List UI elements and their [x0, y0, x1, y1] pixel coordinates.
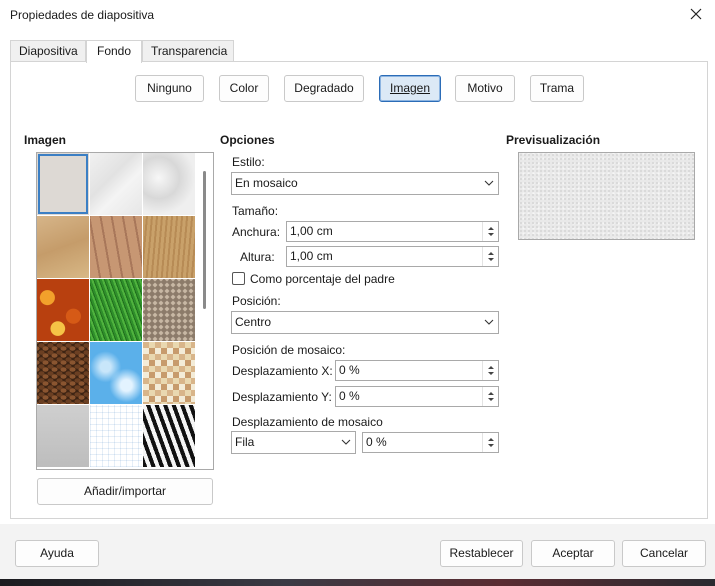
add-import-button[interactable]: Añadir/importar: [37, 478, 213, 505]
close-icon: [690, 8, 702, 20]
thumb-concrete[interactable]: [37, 405, 89, 467]
chevron-down-icon: [480, 173, 498, 194]
title-bar: Propiedades de diapositiva: [0, 0, 715, 30]
height-field[interactable]: 1,00 cm: [286, 246, 499, 267]
preview-swatch: [518, 152, 695, 240]
tab-transparencia[interactable]: Transparencia: [142, 40, 234, 62]
tile-offset-field[interactable]: 0 %: [362, 432, 499, 453]
thumb-coffee-beans[interactable]: [37, 342, 89, 404]
tab-fondo[interactable]: Fondo: [86, 40, 142, 63]
spin-icon[interactable]: [482, 433, 498, 452]
offset-x-field[interactable]: 0 %: [335, 360, 499, 381]
position-value: Centro: [235, 315, 272, 329]
width-label: Anchura:: [232, 225, 281, 239]
preview-heading: Previsualización: [506, 133, 601, 147]
offset-x-value: 0 %: [339, 363, 360, 377]
style-select[interactable]: En mosaico: [231, 172, 499, 195]
cancel-button[interactable]: Cancelar: [622, 540, 706, 567]
tile-position-label: Posición de mosaico:: [232, 343, 346, 357]
thumb-zebra[interactable]: [143, 405, 195, 467]
spin-icon[interactable]: [482, 387, 498, 406]
close-button[interactable]: [685, 3, 707, 25]
style-label: Estilo:: [232, 155, 265, 169]
options-heading: Opciones: [220, 133, 275, 147]
style-value: En mosaico: [235, 176, 298, 190]
fill-pattern-button[interactable]: Motivo: [455, 75, 515, 102]
offset-y-label: Desplazamiento Y:: [232, 390, 332, 404]
thumb-autumn-leaves[interactable]: [37, 279, 89, 341]
thumb-green-grass[interactable]: [90, 279, 142, 341]
offset-y-field[interactable]: 0 %: [335, 386, 499, 407]
desktop-background-strip: [0, 579, 715, 586]
thumb-wood-planks[interactable]: [90, 216, 142, 278]
image-gallery[interactable]: [36, 152, 214, 470]
height-value: 1,00 cm: [290, 249, 333, 263]
tile-offset-mode-select[interactable]: Fila: [231, 431, 356, 454]
tile-offset-label: Desplazamiento de mosaico: [232, 415, 383, 429]
height-label: Altura:: [240, 250, 275, 264]
fill-color-button[interactable]: Color: [219, 75, 269, 102]
fill-gradient-button[interactable]: Degradado: [284, 75, 364, 102]
fill-none-button[interactable]: Ninguno: [135, 75, 204, 102]
offset-x-label: Desplazamiento X:: [232, 364, 333, 378]
thumb-blue-sky[interactable]: [90, 342, 142, 404]
width-value: 1,00 cm: [290, 224, 333, 238]
thumb-white-marble[interactable]: [143, 153, 195, 215]
ok-button[interactable]: Aceptar: [531, 540, 615, 567]
size-label: Tamaño:: [232, 204, 279, 218]
thumb-wood-grain[interactable]: [143, 216, 195, 278]
gallery-scrollbar[interactable]: [203, 171, 206, 309]
relative-label: Como porcentaje del padre: [250, 272, 395, 286]
fill-image-button[interactable]: Imagen: [379, 75, 441, 102]
fill-hatch-button[interactable]: Trama: [530, 75, 584, 102]
chevron-down-icon: [337, 432, 355, 453]
thumb-graph-paper[interactable]: [90, 405, 142, 467]
spin-icon[interactable]: [482, 247, 498, 266]
thumb-white-crumpled[interactable]: [90, 153, 142, 215]
thumb-color-squares[interactable]: [143, 342, 195, 404]
width-field[interactable]: 1,00 cm: [286, 221, 499, 242]
window-title: Propiedades de diapositiva: [10, 8, 155, 22]
help-button[interactable]: Ayuda: [15, 540, 99, 567]
spin-icon[interactable]: [482, 361, 498, 380]
relative-checkbox[interactable]: [232, 272, 245, 285]
image-heading: Imagen: [24, 133, 67, 147]
thumb-pebbles[interactable]: [143, 279, 195, 341]
tile-offset-mode-value: Fila: [235, 435, 255, 449]
thumb-sand[interactable]: [37, 216, 89, 278]
tile-offset-value: 0 %: [366, 435, 387, 449]
thumb-plain-gray[interactable]: [37, 153, 89, 215]
position-select[interactable]: Centro: [231, 311, 499, 334]
chevron-down-icon: [480, 312, 498, 333]
position-label: Posición:: [232, 294, 281, 308]
offset-y-value: 0 %: [339, 389, 360, 403]
tab-diapositiva[interactable]: Diapositiva: [10, 40, 86, 62]
spin-icon[interactable]: [482, 222, 498, 241]
reset-button[interactable]: Restablecer: [440, 540, 523, 567]
